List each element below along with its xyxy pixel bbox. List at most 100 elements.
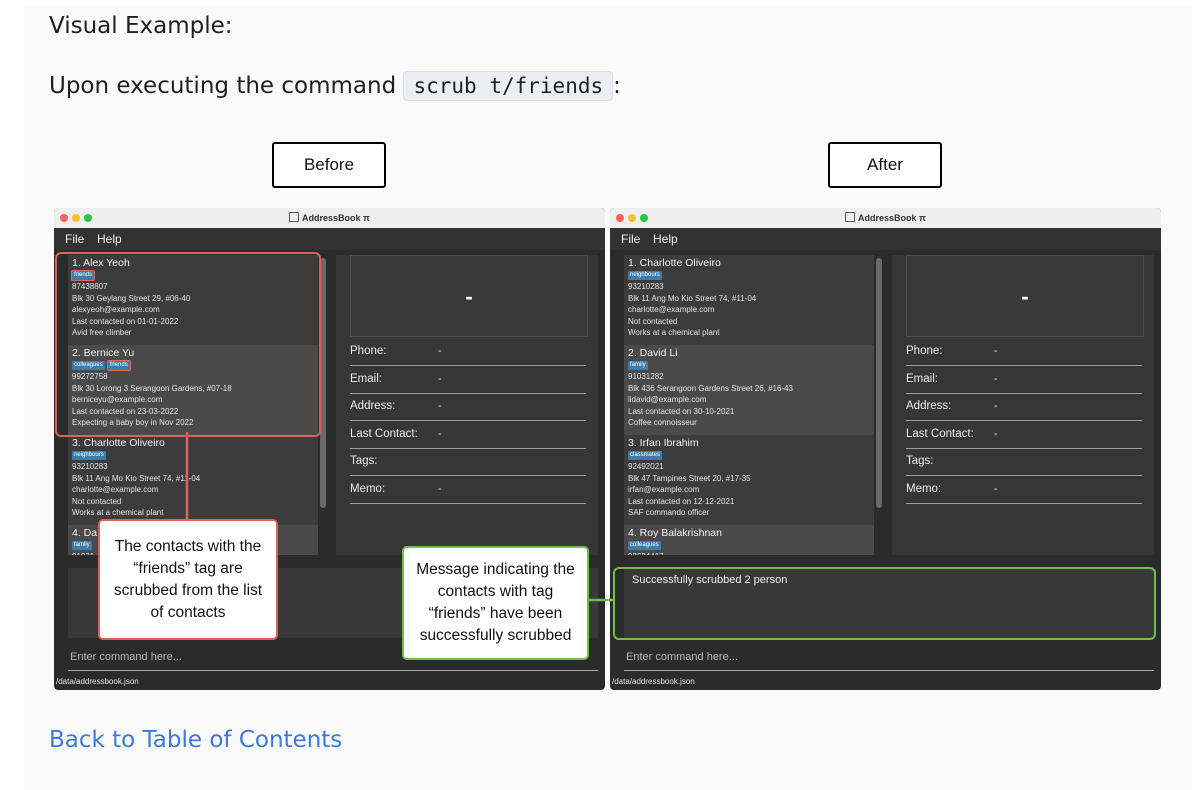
contact-detail-line: 92492021: [628, 462, 664, 471]
detail-field-value: -: [438, 400, 442, 412]
intro-sentence: Upon executing the command scrub t/frien…: [49, 71, 621, 101]
menu-file[interactable]: File: [65, 232, 84, 246]
detail-field-row: Email: -: [906, 367, 1142, 394]
contact-detail-line: irfan@example.com: [628, 485, 700, 494]
contact-tags: colleagues: [628, 541, 664, 551]
detail-name-box: -: [350, 255, 588, 337]
detail-field-label: Memo:: [906, 482, 942, 495]
green-connector-line: [586, 598, 614, 602]
detail-field-row: Memo: -: [350, 477, 586, 504]
contact-tags: family: [628, 361, 651, 371]
detail-field-label: Tags:: [906, 455, 934, 467]
detail-field-label: Tags:: [350, 455, 378, 467]
detail-field-value: -: [438, 482, 442, 495]
detail-field-value: -: [994, 482, 998, 495]
contact-name: 4. Roy Balakrishnan: [628, 527, 722, 539]
detail-field-label: Last Contact:: [350, 427, 418, 440]
contact-detail-line: Blk 47 Tampines Street 20, #17-35: [628, 473, 751, 483]
command-input[interactable]: Enter command here...: [626, 651, 738, 663]
intro-prefix: Upon executing the command: [49, 73, 397, 99]
detail-field-label: Phone:: [906, 345, 943, 357]
contact-tags: classmates: [628, 451, 665, 461]
contact-detail-line: 91031: [72, 552, 94, 555]
contact-card[interactable]: 4. Roy Balakrishnan colleagues 92624417: [624, 525, 874, 555]
tag-badge: neighbours: [628, 271, 662, 280]
detail-name-box: -: [906, 255, 1144, 337]
contact-name: 3. Irfan Ibrahim: [628, 437, 699, 449]
success-message-highlight: [613, 567, 1156, 640]
app-icon: [289, 212, 300, 222]
contact-detail-line: 93210283: [628, 282, 664, 291]
detail-field-row: Last Contact: -: [350, 422, 586, 449]
tag-badge: family: [628, 361, 648, 370]
intro-suffix: :: [613, 73, 621, 99]
contact-detail-line: Works at a chemical plant: [628, 328, 720, 337]
contact-card[interactable]: 3. Irfan Ibrahim classmates 92492021 Blk 47…: [624, 435, 874, 525]
contact-detail-panel: - Phone: - Email: - Address: - Last Contact: - T…: [336, 255, 598, 555]
detail-field-row: Phone: -: [350, 339, 586, 366]
detail-field-row: Address: -: [906, 394, 1142, 421]
status-bar-path: /data/addressbook.json: [56, 677, 139, 686]
window-title: AddressBook π: [610, 212, 1161, 223]
detail-name: -: [465, 284, 473, 309]
contact-name: 3. Charlotte Oliveiro: [72, 437, 165, 449]
detail-field-label: Address:: [350, 400, 396, 412]
contact-detail-line: Blk 436 Serangoon Gardens Street 26, #16…: [628, 383, 793, 393]
detail-field-label: Phone:: [350, 345, 387, 357]
list-scrollbar[interactable]: [876, 258, 882, 508]
detail-field-row: Tags:: [906, 449, 1142, 476]
detail-field-label: Email:: [906, 372, 938, 385]
contact-detail-panel: - Phone: - Email: - Address: - Last Contact: - T…: [892, 255, 1154, 555]
tag-badge: colleagues: [628, 541, 661, 550]
scrubbed-contacts-highlight: [55, 252, 321, 437]
contact-list[interactable]: 1. Charlotte Oliveiro neighbours 93210283 B…: [624, 255, 874, 555]
contact-tags: neighbours: [72, 451, 109, 461]
detail-field-row: Tags:: [350, 449, 586, 476]
contact-detail-line: Works at a chemical plant: [72, 508, 164, 517]
command-box[interactable]: Enter command here...: [624, 648, 1154, 671]
menu-help[interactable]: Help: [653, 232, 678, 246]
detail-field-value: -: [994, 345, 998, 357]
success-message-callout: Message indicating the contacts with tag…: [402, 546, 589, 660]
command-input[interactable]: Enter command here...: [70, 651, 182, 663]
detail-field-row: Phone: -: [906, 339, 1142, 366]
contact-detail-line: 93210283: [72, 462, 108, 471]
detail-field-value: -: [438, 372, 442, 385]
contact-name: 4. Da: [72, 527, 98, 539]
contact-detail-line: Last contacted on 30-10-2021: [628, 406, 735, 416]
contact-card[interactable]: 1. Charlotte Oliveiro neighbours 93210283 B…: [624, 255, 874, 345]
menu-help[interactable]: Help: [97, 232, 122, 246]
contact-detail-line: Last contacted on 12-12-2021: [628, 496, 735, 506]
contact-detail-line: SAF commando officer: [628, 508, 710, 517]
contact-detail-line: lidavid@example.com: [628, 395, 707, 404]
detail-field-row: Memo: -: [906, 477, 1142, 504]
app-icon: [845, 212, 856, 222]
contact-card[interactable]: 2. David Li family 91031282 Blk 436 Serango…: [624, 345, 874, 435]
scrubbed-contacts-callout: The contacts with the “friends” tag are …: [98, 519, 278, 640]
menu-file[interactable]: File: [621, 232, 640, 246]
tag-badge: family: [72, 541, 92, 550]
contact-detail-line: 91031282: [628, 372, 664, 381]
section-heading: Visual Example:: [49, 13, 233, 39]
detail-field-value: -: [438, 345, 442, 357]
detail-field-value: -: [994, 372, 998, 385]
detail-field-row: Last Contact: -: [906, 422, 1142, 449]
detail-field-value: -: [994, 400, 998, 412]
detail-field-label: Email:: [350, 372, 382, 385]
command-code: scrub t/friends: [403, 71, 614, 101]
menu-bar: File Help: [610, 228, 1161, 250]
contact-tags: neighbours: [628, 271, 665, 281]
contact-tags: family: [72, 541, 95, 551]
contact-detail-line: Blk 11 Ang Mo Kio Street 74, #11-04: [628, 293, 757, 303]
after-label: After: [828, 142, 942, 188]
detail-field-value: -: [994, 427, 998, 440]
contact-detail-line: Not contacted: [72, 496, 122, 506]
back-to-toc-link[interactable]: Back to Table of Contents: [49, 727, 342, 753]
detail-field-row: Address: -: [350, 394, 586, 421]
title-bar: AddressBook π: [610, 208, 1161, 228]
status-bar-path: /data/addressbook.json: [612, 677, 695, 686]
detail-field-row: Email: -: [350, 367, 586, 394]
contact-name: 2. David Li: [628, 347, 678, 359]
contact-detail-line: 92624417: [628, 552, 664, 555]
detail-field-label: Address:: [906, 400, 952, 412]
